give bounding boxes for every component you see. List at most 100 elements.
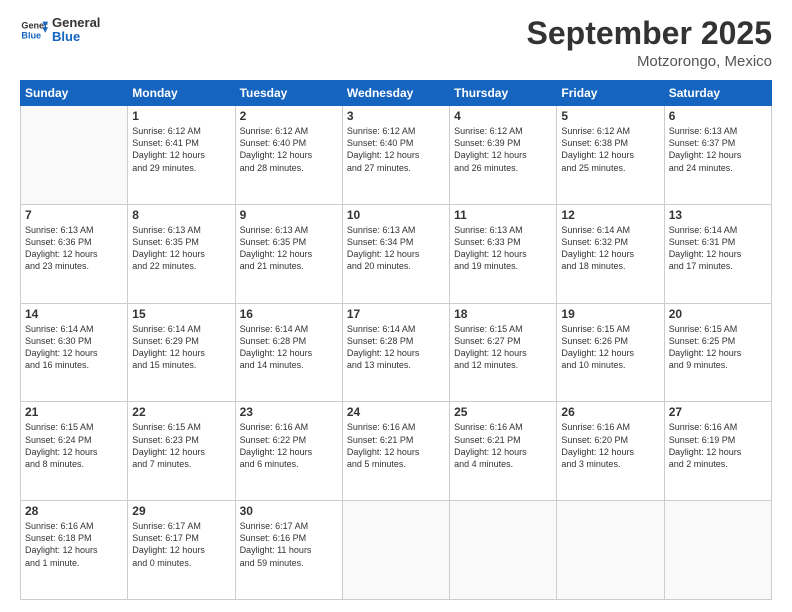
table-row bbox=[557, 501, 664, 600]
calendar-week-row: 7 Sunrise: 6:13 AM Sunset: 6:36 PM Daylig… bbox=[21, 204, 772, 303]
col-friday: Friday bbox=[557, 81, 664, 106]
location: Motzorongo, Mexico bbox=[527, 53, 772, 70]
day-info: Sunrise: 6:14 AM Sunset: 6:30 PM Dayligh… bbox=[25, 323, 123, 372]
table-row: 25 Sunrise: 6:16 AM Sunset: 6:21 PM Dayli… bbox=[450, 402, 557, 501]
table-row: 12Sunrise: 6:14 AM Sunset: 6:32 PM Dayli… bbox=[557, 204, 664, 303]
day-info: Sunrise: 6:12 AM Sunset: 6:40 PM Dayligh… bbox=[240, 125, 338, 174]
table-row: 7 Sunrise: 6:13 AM Sunset: 6:36 PM Daylig… bbox=[21, 204, 128, 303]
day-number: 3 bbox=[347, 109, 445, 123]
table-row: 14 Sunrise: 6:14 AM Sunset: 6:30 PM Dayli… bbox=[21, 303, 128, 402]
day-info: Sunrise: 6:14 AM Sunset: 6:28 PM Dayligh… bbox=[347, 323, 445, 372]
day-number: 23 bbox=[240, 405, 338, 419]
day-number: 7 bbox=[25, 208, 123, 222]
day-number: 13 bbox=[669, 208, 767, 222]
page-header: General Blue General Blue September 2025… bbox=[20, 16, 772, 70]
table-row: 15Sunrise: 6:14 AM Sunset: 6:29 PM Dayli… bbox=[128, 303, 235, 402]
day-number: 28 bbox=[25, 504, 123, 518]
table-row: 16Sunrise: 6:14 AM Sunset: 6:28 PM Dayli… bbox=[235, 303, 342, 402]
logo-icon: General Blue bbox=[20, 16, 48, 44]
table-row: 4Sunrise: 6:12 AM Sunset: 6:39 PM Daylig… bbox=[450, 106, 557, 205]
table-row: 29Sunrise: 6:17 AM Sunset: 6:17 PM Dayli… bbox=[128, 501, 235, 600]
day-number: 1 bbox=[132, 109, 230, 123]
col-thursday: Thursday bbox=[450, 81, 557, 106]
day-number: 27 bbox=[669, 405, 767, 419]
day-info: Sunrise: 6:16 AM Sunset: 6:22 PM Dayligh… bbox=[240, 421, 338, 470]
day-info: Sunrise: 6:13 AM Sunset: 6:37 PM Dayligh… bbox=[669, 125, 767, 174]
calendar-week-row: 28 Sunrise: 6:16 AM Sunset: 6:18 PM Dayli… bbox=[21, 501, 772, 600]
day-info: Sunrise: 6:15 AM Sunset: 6:24 PM Dayligh… bbox=[25, 421, 123, 470]
day-number: 29 bbox=[132, 504, 230, 518]
table-row: 26 Sunrise: 6:16 AM Sunset: 6:20 PM Dayli… bbox=[557, 402, 664, 501]
day-info: Sunrise: 6:15 AM Sunset: 6:27 PM Dayligh… bbox=[454, 323, 552, 372]
table-row: 11 Sunrise: 6:13 AM Sunset: 6:33 PM Dayli… bbox=[450, 204, 557, 303]
day-number: 12 bbox=[561, 208, 659, 222]
day-number: 17 bbox=[347, 307, 445, 321]
calendar-week-row: 14 Sunrise: 6:14 AM Sunset: 6:30 PM Dayli… bbox=[21, 303, 772, 402]
col-saturday: Saturday bbox=[664, 81, 771, 106]
table-row bbox=[342, 501, 449, 600]
day-info: Sunrise: 6:13 AM Sunset: 6:35 PM Dayligh… bbox=[240, 224, 338, 273]
day-number: 25 bbox=[454, 405, 552, 419]
day-info: Sunrise: 6:15 AM Sunset: 6:26 PM Dayligh… bbox=[561, 323, 659, 372]
table-row: 19 Sunrise: 6:15 AM Sunset: 6:26 PM Dayli… bbox=[557, 303, 664, 402]
table-row bbox=[664, 501, 771, 600]
title-block: September 2025 Motzorongo, Mexico bbox=[527, 16, 772, 70]
day-info: Sunrise: 6:16 AM Sunset: 6:21 PM Dayligh… bbox=[454, 421, 552, 470]
day-number: 18 bbox=[454, 307, 552, 321]
day-number: 19 bbox=[561, 307, 659, 321]
month-title: September 2025 bbox=[527, 16, 772, 51]
day-number: 26 bbox=[561, 405, 659, 419]
table-row: 27 Sunrise: 6:16 AM Sunset: 6:19 PM Dayli… bbox=[664, 402, 771, 501]
table-row: 20Sunrise: 6:15 AM Sunset: 6:25 PM Dayli… bbox=[664, 303, 771, 402]
table-row: 2Sunrise: 6:12 AM Sunset: 6:40 PM Daylig… bbox=[235, 106, 342, 205]
day-number: 24 bbox=[347, 405, 445, 419]
svg-text:Blue: Blue bbox=[21, 31, 41, 41]
table-row: 10 Sunrise: 6:13 AM Sunset: 6:34 PM Dayli… bbox=[342, 204, 449, 303]
table-row: 9 Sunrise: 6:13 AM Sunset: 6:35 PM Daylig… bbox=[235, 204, 342, 303]
table-row: 18 Sunrise: 6:15 AM Sunset: 6:27 PM Dayli… bbox=[450, 303, 557, 402]
logo-general: General bbox=[52, 16, 100, 30]
day-info: Sunrise: 6:13 AM Sunset: 6:36 PM Dayligh… bbox=[25, 224, 123, 273]
day-number: 11 bbox=[454, 208, 552, 222]
table-row: 8Sunrise: 6:13 AM Sunset: 6:35 PM Daylig… bbox=[128, 204, 235, 303]
day-info: Sunrise: 6:12 AM Sunset: 6:40 PM Dayligh… bbox=[347, 125, 445, 174]
col-sunday: Sunday bbox=[21, 81, 128, 106]
day-number: 20 bbox=[669, 307, 767, 321]
day-number: 6 bbox=[669, 109, 767, 123]
day-number: 14 bbox=[25, 307, 123, 321]
day-number: 9 bbox=[240, 208, 338, 222]
logo: General Blue General Blue bbox=[20, 16, 100, 45]
calendar-header-row: Sunday Monday Tuesday Wednesday Thursday… bbox=[21, 81, 772, 106]
day-info: Sunrise: 6:16 AM Sunset: 6:19 PM Dayligh… bbox=[669, 421, 767, 470]
table-row: 6 Sunrise: 6:13 AM Sunset: 6:37 PM Daylig… bbox=[664, 106, 771, 205]
day-info: Sunrise: 6:16 AM Sunset: 6:18 PM Dayligh… bbox=[25, 520, 123, 569]
table-row: 5Sunrise: 6:12 AM Sunset: 6:38 PM Daylig… bbox=[557, 106, 664, 205]
day-info: Sunrise: 6:14 AM Sunset: 6:28 PM Dayligh… bbox=[240, 323, 338, 372]
table-row: 21 Sunrise: 6:15 AM Sunset: 6:24 PM Dayli… bbox=[21, 402, 128, 501]
day-info: Sunrise: 6:12 AM Sunset: 6:39 PM Dayligh… bbox=[454, 125, 552, 174]
table-row bbox=[21, 106, 128, 205]
day-info: Sunrise: 6:13 AM Sunset: 6:33 PM Dayligh… bbox=[454, 224, 552, 273]
calendar-week-row: 21 Sunrise: 6:15 AM Sunset: 6:24 PM Dayli… bbox=[21, 402, 772, 501]
day-number: 15 bbox=[132, 307, 230, 321]
day-info: Sunrise: 6:16 AM Sunset: 6:20 PM Dayligh… bbox=[561, 421, 659, 470]
day-number: 10 bbox=[347, 208, 445, 222]
table-row: 17 Sunrise: 6:14 AM Sunset: 6:28 PM Dayli… bbox=[342, 303, 449, 402]
col-monday: Monday bbox=[128, 81, 235, 106]
day-number: 22 bbox=[132, 405, 230, 419]
day-info: Sunrise: 6:13 AM Sunset: 6:35 PM Dayligh… bbox=[132, 224, 230, 273]
table-row: 1 Sunrise: 6:12 AM Sunset: 6:41 PM Daylig… bbox=[128, 106, 235, 205]
col-wednesday: Wednesday bbox=[342, 81, 449, 106]
table-row: 22Sunrise: 6:15 AM Sunset: 6:23 PM Dayli… bbox=[128, 402, 235, 501]
calendar-table: Sunday Monday Tuesday Wednesday Thursday… bbox=[20, 80, 772, 600]
col-tuesday: Tuesday bbox=[235, 81, 342, 106]
table-row: 13 Sunrise: 6:14 AM Sunset: 6:31 PM Dayli… bbox=[664, 204, 771, 303]
day-info: Sunrise: 6:13 AM Sunset: 6:34 PM Dayligh… bbox=[347, 224, 445, 273]
day-info: Sunrise: 6:14 AM Sunset: 6:31 PM Dayligh… bbox=[669, 224, 767, 273]
table-row: 3 Sunrise: 6:12 AM Sunset: 6:40 PM Daylig… bbox=[342, 106, 449, 205]
day-info: Sunrise: 6:12 AM Sunset: 6:41 PM Dayligh… bbox=[132, 125, 230, 174]
calendar-week-row: 1 Sunrise: 6:12 AM Sunset: 6:41 PM Daylig… bbox=[21, 106, 772, 205]
day-number: 5 bbox=[561, 109, 659, 123]
table-row: 23 Sunrise: 6:16 AM Sunset: 6:22 PM Dayli… bbox=[235, 402, 342, 501]
day-number: 21 bbox=[25, 405, 123, 419]
